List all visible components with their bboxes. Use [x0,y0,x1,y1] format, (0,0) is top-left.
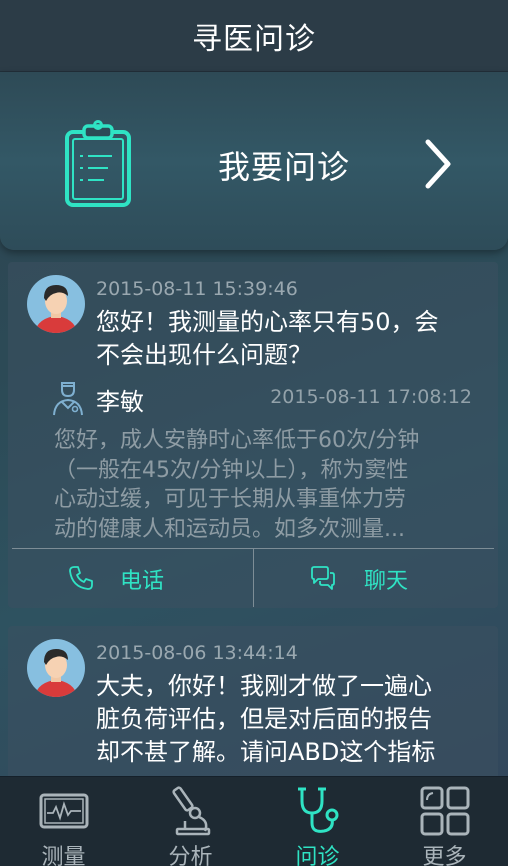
answer-text: 您好，成人安静时心率低于60次/分钟 （一般在45次/分钟以上），称为窦性 心动… [54,428,420,542]
avatar [27,639,85,697]
start-consultation-label: 我要问诊 [218,148,351,186]
avatar [27,275,85,333]
tab-label: 分析 [168,845,213,866]
consultation-card[interactable]: 2015-08-11 15:39:46 您好！我测量的心率只有50，会 不会出现… [8,262,498,608]
tab-label: 问诊 [295,845,340,866]
clipboard-icon [65,120,131,207]
doctor-name: 李敏 [96,388,144,416]
question-text: 大夫，你好！我刚才做了一遍心 脏负荷评估，但是对后面的报告 却不甚了解。请问AB… [96,672,436,766]
tab-analysis[interactable]: 分析 [127,777,254,866]
doctor-icon [53,382,83,416]
chevron-right-icon [425,139,451,189]
phone-button[interactable]: 电话 [12,549,253,607]
stethoscope-icon [298,787,339,833]
tab-consult[interactable]: 问诊 [254,777,381,866]
tab-label: 测量 [41,845,86,866]
phone-label: 电话 [120,569,165,594]
card-actions: 电话 聊天 [12,548,494,607]
title-bar: 寻医问诊 [0,0,508,72]
chat-label: 聊天 [364,569,409,594]
question-text: 您好！我测量的心率只有50，会 不会出现什么问题？ [96,308,439,369]
grid-icon [420,786,470,836]
tab-label: 更多 [422,845,467,866]
question-time: 2015-08-06 13:44:14 [96,642,298,664]
page-title: 寻医问诊 [192,21,316,57]
phone-icon [69,566,93,590]
chat-icon [311,566,335,590]
consultation-card[interactable]: 2015-08-06 13:44:14 大夫，你好！我刚才做了一遍心 脏负荷评估… [8,626,498,786]
question-time: 2015-08-11 15:39:46 [96,278,298,300]
tab-more[interactable]: 更多 [381,777,508,866]
bottom-tab-bar: 测量 分析 问诊 更多 [0,776,508,866]
heart-monitor-icon [39,793,89,829]
chat-button[interactable]: 聊天 [253,549,494,607]
microscope-icon [172,786,211,836]
doctor-row: 李敏 2015-08-11 17:08:12 [52,378,472,418]
start-consultation-button[interactable]: 我要问诊 [0,72,508,250]
answer-time: 2015-08-11 17:08:12 [270,386,472,408]
tab-measure[interactable]: 测量 [0,777,127,866]
